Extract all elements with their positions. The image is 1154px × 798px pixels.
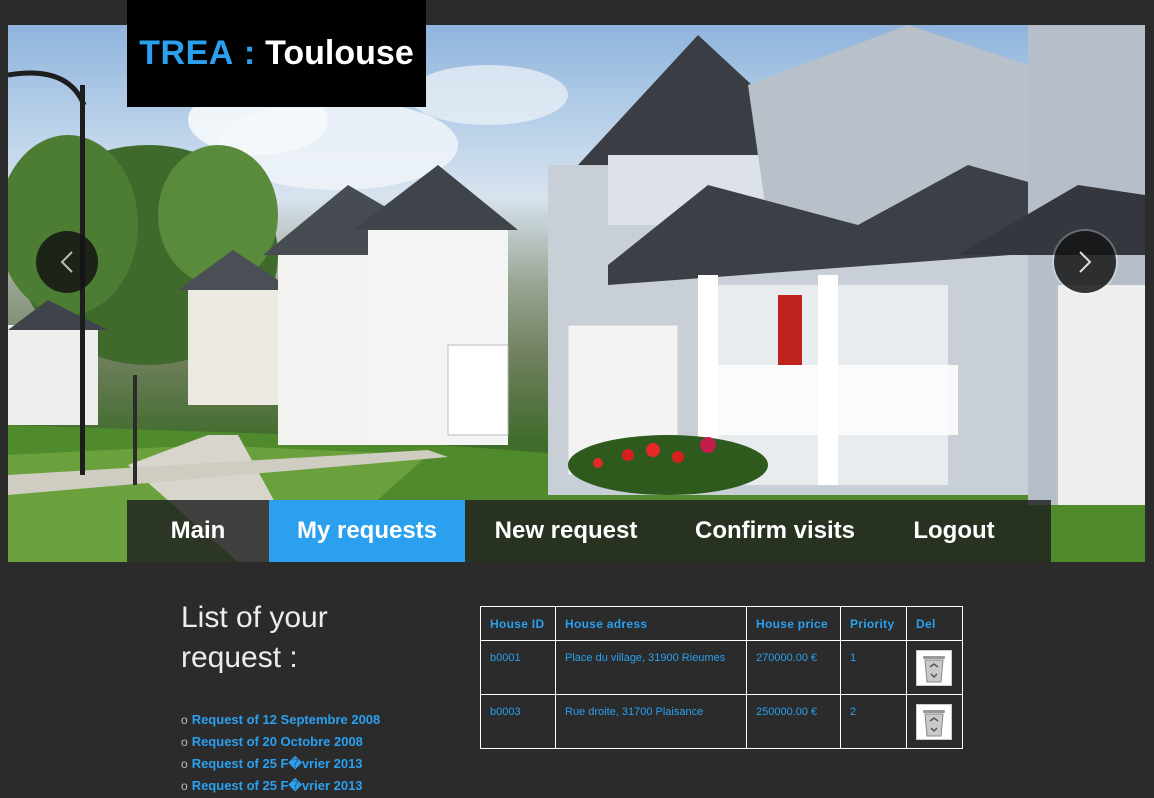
column-header-house-id: House ID: [480, 606, 556, 641]
nav-item-main[interactable]: Main: [127, 500, 269, 562]
list-bullet: o: [181, 713, 188, 727]
recycle-bin-icon: [923, 710, 945, 737]
list-item: o Request of 12 Septembre 2008: [181, 710, 380, 732]
cell-house-address: Rue droite, 31700 Plaisance: [555, 694, 747, 749]
main-nav: Main My requests New request Confirm vis…: [127, 500, 1051, 562]
cell-priority: 1: [840, 640, 907, 695]
nav-item-new-request[interactable]: New request: [465, 500, 667, 562]
cell-priority: 2: [840, 694, 907, 749]
recycle-bin-icon: [923, 656, 945, 683]
list-item: o Request of 20 Octobre 2008: [181, 732, 380, 754]
table-header-row: House ID House adress House price Priori…: [480, 606, 963, 641]
nav-item-my-requests[interactable]: My requests: [269, 500, 465, 562]
delete-button[interactable]: [916, 704, 952, 740]
column-header-del: Del: [906, 606, 963, 641]
request-link[interactable]: Request of 20 Octobre 2008: [192, 734, 363, 749]
logo-city: Toulouse: [265, 34, 414, 72]
cell-del: [906, 640, 963, 695]
logo-brand: TREA: [139, 34, 234, 72]
houses-table: House ID House adress House price Priori…: [480, 606, 963, 749]
slider-prev-button[interactable]: [36, 231, 98, 293]
chevron-left-icon: [60, 251, 73, 273]
request-list: o Request of 12 Septembre 2008 o Request o…: [181, 710, 380, 798]
list-item: o Request of 25 F�vrier 2013: [181, 776, 380, 798]
table-row: b0003 Rue droite, 31700 Plaisance 250000…: [480, 694, 963, 749]
cell-house-id: b0003: [480, 694, 556, 749]
logo-separator: :: [243, 34, 256, 72]
cell-house-price: 270000.00 €: [746, 640, 841, 695]
request-link[interactable]: Request of 25 F�vrier 2013: [192, 756, 363, 771]
cell-house-address: Place du village, 31900 Rieumes: [555, 640, 747, 695]
table-row: b0001 Place du village, 31900 Rieumes 27…: [480, 640, 963, 695]
column-header-house-price: House price: [746, 606, 841, 641]
request-link[interactable]: Request of 25 F�vrier 2013: [192, 778, 363, 793]
list-bullet: o: [181, 757, 188, 771]
list-item: o Request of 25 F�vrier 2013: [181, 754, 380, 776]
column-header-house-address: House adress: [555, 606, 747, 641]
list-bullet: o: [181, 735, 188, 749]
delete-button[interactable]: [916, 650, 952, 686]
cell-del: [906, 694, 963, 749]
column-header-priority: Priority: [840, 606, 907, 641]
request-link[interactable]: Request of 12 Septembre 2008: [192, 712, 381, 727]
slider-next-button[interactable]: [1054, 231, 1116, 293]
nav-item-logout[interactable]: Logout: [883, 500, 1025, 562]
cell-house-price: 250000.00 €: [746, 694, 841, 749]
list-bullet: o: [181, 779, 188, 793]
chevron-right-icon: [1079, 251, 1092, 273]
site-logo[interactable]: TREA : Toulouse: [127, 0, 426, 107]
cell-house-id: b0001: [480, 640, 556, 695]
nav-item-confirm-visits[interactable]: Confirm visits: [667, 500, 883, 562]
page-heading: List of your request :: [181, 601, 328, 674]
